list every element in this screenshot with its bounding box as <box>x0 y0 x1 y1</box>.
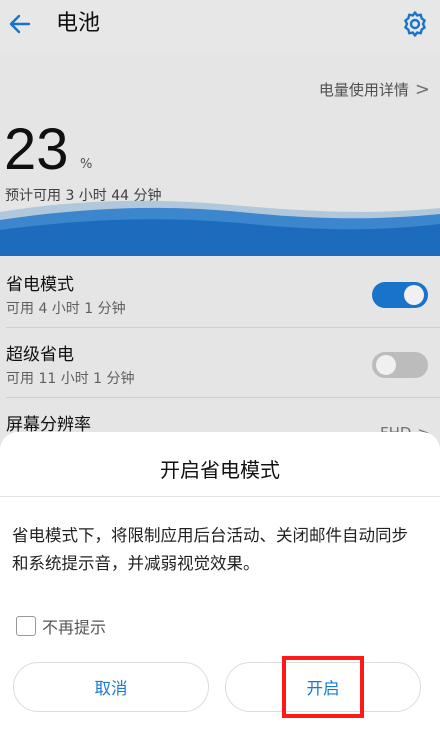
battery-screen: 电池 电量使用详情 > 23 % 预计可用 3 小时 44 分钟 省电模式 可用… <box>0 0 440 731</box>
cancel-button[interactable]: 取消 <box>13 662 209 712</box>
power-saving-dialog: 开启省电模式 省电模式下，将限制应用后台活动、关闭邮件自动同步和系统提示音，并减… <box>0 432 440 731</box>
dialog-message: 省电模式下，将限制应用后台活动、关闭邮件自动同步和系统提示音，并减弱视觉效果。 <box>12 526 408 573</box>
dont-show-again-label: 不再提示 <box>42 618 107 637</box>
highlight-annotation-box <box>282 656 364 718</box>
dialog-divider <box>0 496 440 497</box>
dialog-title: 开启省电模式 <box>160 458 280 482</box>
dont-show-again-checkbox[interactable] <box>16 616 36 636</box>
dont-show-again-option[interactable]: 不再提示 <box>16 614 106 638</box>
